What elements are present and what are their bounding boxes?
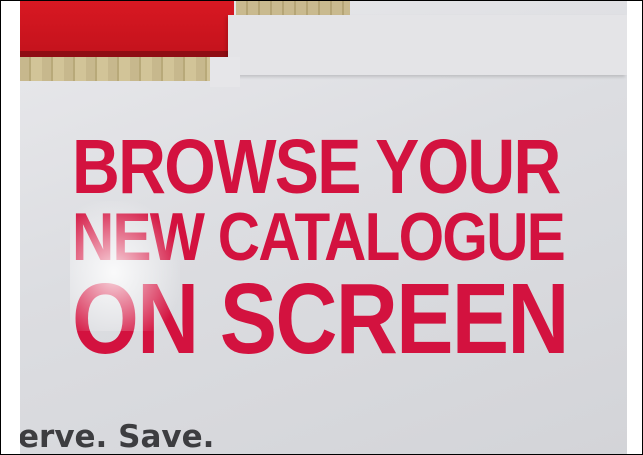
photo: BROWSE YOUR NEW CATALOGUE ON SCREEN erve… — [20, 1, 627, 455]
light-glare — [70, 201, 180, 331]
footer-text: erve. Save. — [20, 419, 215, 455]
red-catalogue-edge — [20, 1, 234, 57]
headline-line-1: BROWSE YOUR — [72, 124, 561, 210]
wooden-shelf-top — [236, 1, 350, 15]
paper-sheet-edge — [228, 15, 627, 75]
paper-sheet-corner — [210, 57, 240, 87]
wooden-shelf — [20, 57, 210, 81]
image-frame: BROWSE YOUR NEW CATALOGUE ON SCREEN erve… — [0, 0, 643, 455]
